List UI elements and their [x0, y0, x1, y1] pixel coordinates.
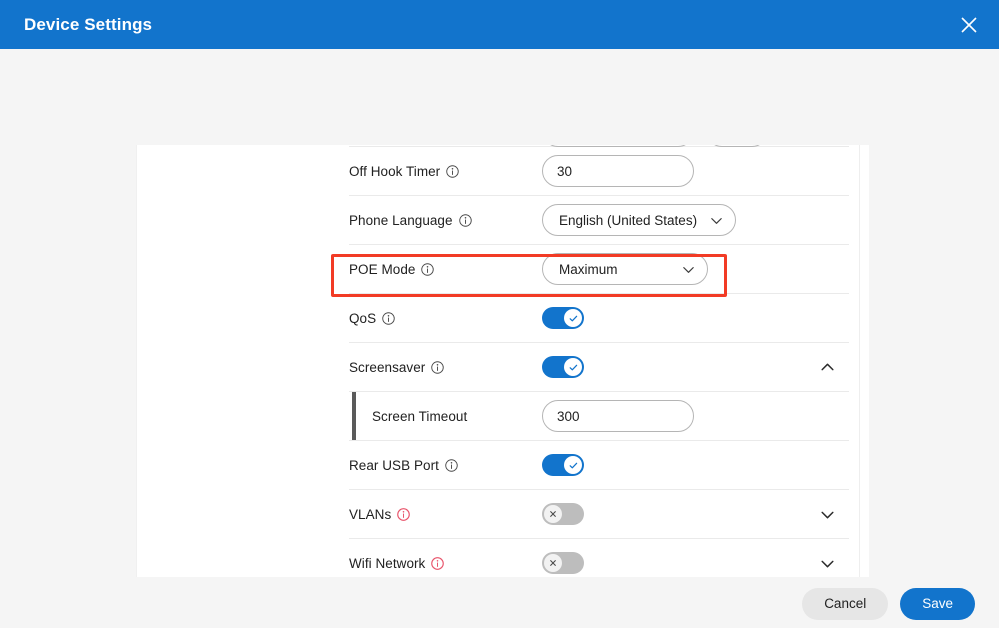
info-icon[interactable]	[421, 262, 435, 276]
off-hook-timer-input[interactable]	[542, 155, 694, 187]
row-label-wrap: Screensaver	[349, 360, 542, 375]
info-icon[interactable]	[431, 556, 445, 570]
close-icon	[544, 554, 562, 572]
rear-usb-port-toggle[interactable]	[542, 454, 584, 476]
chevron-down-icon	[707, 211, 725, 229]
chevron-down-icon[interactable]	[816, 552, 838, 574]
info-icon[interactable]	[431, 360, 445, 374]
check-icon	[564, 358, 582, 376]
row-label-wrap: Wifi Network	[349, 556, 542, 571]
save-button[interactable]: Save	[900, 587, 975, 620]
info-icon[interactable]	[445, 458, 458, 472]
check-icon	[564, 456, 582, 474]
setting-label: POE Mode	[349, 261, 416, 277]
setting-label: QoS	[349, 310, 377, 326]
row-control	[542, 356, 849, 378]
row-control	[542, 454, 849, 476]
setting-label: Rear USB Port	[349, 457, 439, 473]
row-control	[542, 307, 849, 329]
row-label-wrap: Rear USB Port	[349, 458, 542, 473]
poe-mode-value: Maximum	[559, 261, 618, 277]
setting-label: Screen Timeout	[372, 408, 468, 424]
screensaver-toggle[interactable]	[542, 356, 584, 378]
chevron-up-icon[interactable]	[816, 356, 838, 378]
setting-label: Phone Language	[349, 212, 453, 228]
dialog-titlebar: Device Settings	[0, 0, 999, 49]
row-control	[542, 400, 849, 432]
phone-language-select[interactable]: English (United States)	[542, 204, 737, 236]
setting-row-screen-timeout: Screen Timeout	[349, 392, 849, 441]
info-icon[interactable]	[446, 164, 459, 178]
poe-mode-select[interactable]: Maximum	[542, 253, 708, 285]
row-label-wrap: Screen Timeout	[372, 409, 542, 424]
nested-indent-bar	[352, 392, 356, 440]
settings-scroll-card: Off Hook Timer Phone Languag	[136, 145, 869, 577]
row-control: English (United States)	[542, 204, 849, 236]
dialog-title: Device Settings	[24, 14, 153, 34]
row-control	[542, 155, 849, 187]
setting-row-rear-usb-port: Rear USB Port	[349, 441, 849, 490]
info-icon[interactable]	[397, 507, 411, 521]
settings-list: Off Hook Timer Phone Languag	[137, 145, 869, 577]
dialog-footer: Cancel Save	[0, 579, 999, 628]
chevron-down-icon[interactable]	[816, 503, 838, 525]
nested-row-inner: Screen Timeout	[349, 392, 849, 440]
row-label-wrap: VLANs	[349, 507, 542, 522]
qos-toggle[interactable]	[542, 307, 584, 329]
setting-row-poe-mode: POE Mode Maximum	[349, 245, 849, 294]
setting-label: VLANs	[349, 506, 392, 522]
vlans-toggle[interactable]	[542, 503, 584, 525]
dialog-body: Off Hook Timer Phone Languag	[0, 49, 999, 620]
row-label-wrap: Off Hook Timer	[349, 164, 542, 179]
setting-label: Off Hook Timer	[349, 163, 441, 179]
setting-row-phone-language: Phone Language English (United States)	[349, 196, 849, 245]
setting-row-qos: QoS	[349, 294, 849, 343]
setting-row-wifi-network: Wifi Network	[349, 539, 849, 577]
setting-label: Screensaver	[349, 359, 426, 375]
row-label-wrap: QoS	[349, 311, 542, 326]
row-control	[542, 503, 849, 525]
screen-timeout-input[interactable]	[542, 400, 694, 432]
chevron-down-icon	[679, 260, 697, 278]
close-icon[interactable]	[949, 5, 989, 45]
info-icon[interactable]	[382, 311, 395, 325]
phone-language-value: English (United States)	[559, 212, 698, 228]
setting-label: Wifi Network	[349, 555, 426, 571]
row-control	[542, 552, 849, 574]
info-icon[interactable]	[458, 213, 472, 227]
row-control: Maximum	[542, 253, 849, 285]
setting-row-vlans: VLANs	[349, 490, 849, 539]
wifi-network-toggle[interactable]	[542, 552, 584, 574]
close-icon	[544, 505, 562, 523]
setting-row-off-hook-timer: Off Hook Timer	[349, 147, 849, 196]
setting-row-screensaver: Screensaver	[349, 343, 849, 392]
row-label-wrap: Phone Language	[349, 213, 542, 228]
cancel-button[interactable]: Cancel	[802, 587, 889, 620]
row-label-wrap: POE Mode	[349, 262, 542, 277]
check-icon	[564, 309, 582, 327]
